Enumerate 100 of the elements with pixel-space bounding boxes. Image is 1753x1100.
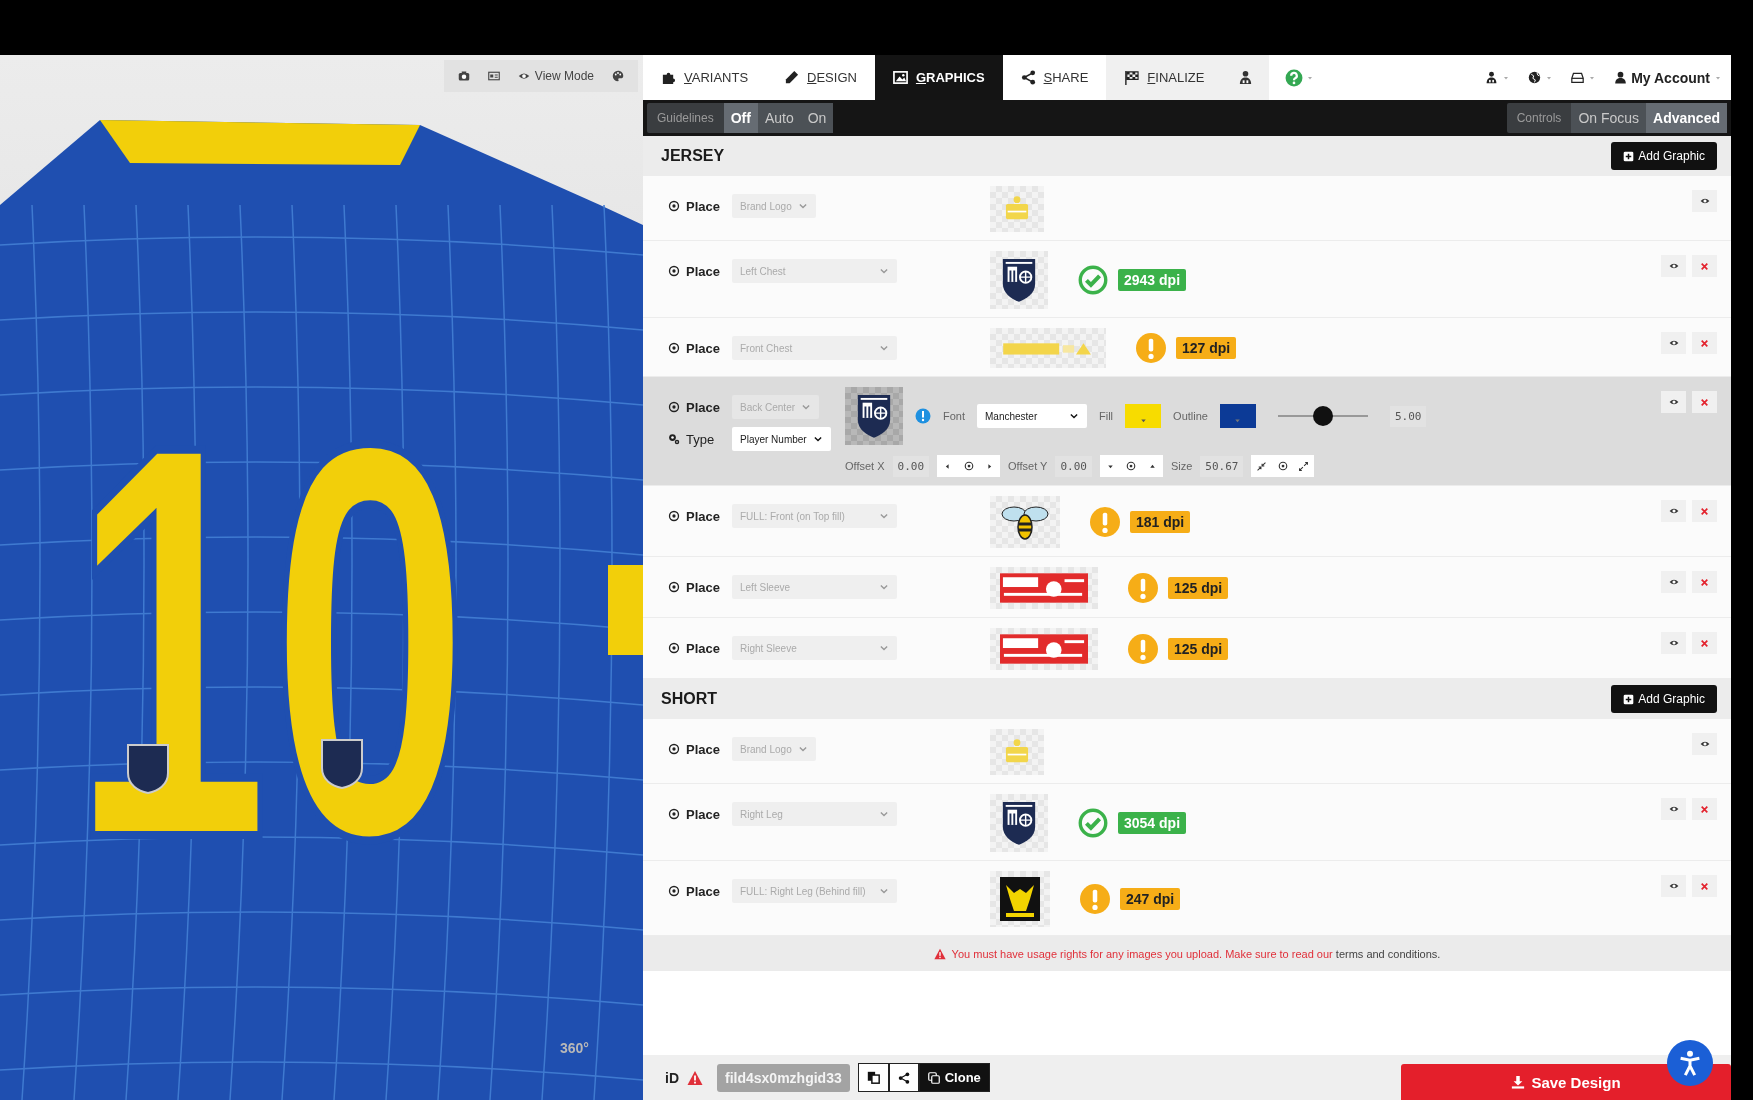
chevron-icon xyxy=(801,402,812,412)
dpi-badge: 247 dpi xyxy=(1120,888,1181,910)
warning-icon xyxy=(687,1069,703,1086)
close-icon xyxy=(1700,397,1709,407)
id-label: iD xyxy=(665,1069,679,1086)
chevron-icon xyxy=(812,434,823,444)
share-icon xyxy=(1020,70,1036,85)
expand-icon xyxy=(1299,461,1309,471)
visibility-button[interactable] xyxy=(1661,875,1686,897)
rotate-hint: 360° xyxy=(560,1040,589,1056)
toggle-option[interactable]: Off xyxy=(723,103,758,133)
warning-icon xyxy=(933,947,946,960)
eye-icon xyxy=(1699,196,1710,206)
delete-button[interactable] xyxy=(1692,332,1717,354)
chevron-icon xyxy=(797,744,808,754)
place-label: Place xyxy=(686,263,721,279)
close-icon xyxy=(1700,261,1709,271)
target-icon xyxy=(668,885,680,897)
visibility-button[interactable] xyxy=(1661,255,1686,277)
toggle-option[interactable]: On xyxy=(800,103,834,133)
puzzle-icon xyxy=(661,70,676,85)
copy-button[interactable] xyxy=(857,1063,889,1092)
share-button[interactable] xyxy=(888,1063,919,1092)
toggle-option[interactable]: On Focus xyxy=(1571,103,1647,133)
help-icon xyxy=(1285,68,1304,87)
dpi-badge: 181 dpi xyxy=(1130,511,1191,533)
person-icon xyxy=(1485,71,1499,84)
terms-link[interactable]: terms and conditions. xyxy=(1335,947,1441,960)
target-icon xyxy=(668,808,680,820)
download-icon xyxy=(1511,1075,1526,1089)
dpi-badge: 125 dpi xyxy=(1168,577,1229,599)
checkered-flag-icon xyxy=(1124,70,1140,85)
delete-button[interactable] xyxy=(1692,798,1717,820)
visibility-button[interactable] xyxy=(1661,332,1686,354)
eye-icon xyxy=(1668,261,1679,271)
add-graphic-button[interactable]: Add Graphic xyxy=(1611,142,1717,170)
target-icon xyxy=(963,461,974,471)
chevron-icon xyxy=(879,266,889,276)
toggle-option[interactable]: Auto xyxy=(757,103,801,133)
delete-button[interactable] xyxy=(1692,500,1717,522)
palette-icon xyxy=(612,70,624,82)
visibility-button[interactable] xyxy=(1661,798,1686,820)
close-icon xyxy=(1700,338,1709,348)
font-select[interactable]: Manchester xyxy=(977,404,1087,428)
clone-icon xyxy=(927,1071,940,1084)
dpi-badge: 3054 dpi xyxy=(1118,812,1187,834)
person-icon xyxy=(1238,70,1254,85)
view-mode-button[interactable]: View Mode xyxy=(509,64,602,88)
slider-thumb[interactable] xyxy=(1312,406,1333,426)
size-field[interactable]: 50.67 xyxy=(1200,455,1244,477)
target-icon xyxy=(668,642,680,654)
delete-button[interactable] xyxy=(1692,255,1717,277)
save-design-button[interactable]: Save Design xyxy=(1401,1064,1731,1100)
camera-icon xyxy=(457,70,470,82)
plus-icon xyxy=(1623,693,1635,705)
eye-icon xyxy=(517,70,530,82)
close-icon xyxy=(1700,804,1709,814)
nav-tab[interactable]: GRAPHICS xyxy=(874,55,1003,100)
fill-label: Fill xyxy=(1099,410,1114,422)
clone-button[interactable]: Clone xyxy=(918,1063,990,1092)
visibility-button[interactable] xyxy=(1661,391,1686,413)
user-icon xyxy=(1614,71,1628,84)
visibility-button[interactable] xyxy=(1692,733,1717,755)
visibility-button[interactable] xyxy=(1661,571,1686,593)
eye-icon xyxy=(1668,397,1679,407)
place-label: Place xyxy=(686,399,721,415)
font-label: Font xyxy=(943,410,965,422)
nav-tab[interactable]: FINALIZE xyxy=(1106,55,1223,100)
place-label: Place xyxy=(686,806,721,822)
close-icon xyxy=(1700,881,1709,891)
delete-button[interactable] xyxy=(1692,875,1717,897)
delete-button[interactable] xyxy=(1692,391,1717,413)
team-button[interactable] xyxy=(1222,55,1270,100)
offset-y-field[interactable]: 0.00 xyxy=(1055,455,1092,477)
dpi-badge: 127 dpi xyxy=(1176,337,1237,359)
visibility-button[interactable] xyxy=(1661,500,1686,522)
visibility-button[interactable] xyxy=(1661,632,1686,654)
section-title: JERSEY xyxy=(661,147,725,165)
outline-width-value: 5.00 xyxy=(1389,405,1427,427)
target-icon xyxy=(1277,461,1288,471)
delete-button[interactable] xyxy=(1692,632,1717,654)
eye-icon xyxy=(1668,881,1679,891)
type-select[interactable]: Player Number xyxy=(732,427,831,451)
place-label: Place xyxy=(686,579,721,595)
outline-color-picker[interactable] xyxy=(1219,404,1256,428)
delete-button[interactable] xyxy=(1692,571,1717,593)
visibility-button[interactable] xyxy=(1692,190,1717,212)
toggle-option[interactable]: Advanced xyxy=(1646,103,1727,133)
dpi-badge: 2943 dpi xyxy=(1118,269,1187,291)
target-icon xyxy=(668,200,680,212)
add-graphic-button[interactable]: Add Graphic xyxy=(1611,685,1717,713)
segment-label: Guidelines xyxy=(656,110,715,127)
dpi-badge: 125 dpi xyxy=(1168,638,1229,660)
fill-color-picker[interactable] xyxy=(1125,404,1162,428)
eye-icon xyxy=(1699,739,1710,749)
offset-y-label: Offset Y xyxy=(1008,460,1048,472)
offset-x-field[interactable]: 0.00 xyxy=(892,455,930,477)
image-icon xyxy=(892,70,908,85)
chevron-icon xyxy=(879,643,889,653)
gears-icon xyxy=(668,433,680,445)
